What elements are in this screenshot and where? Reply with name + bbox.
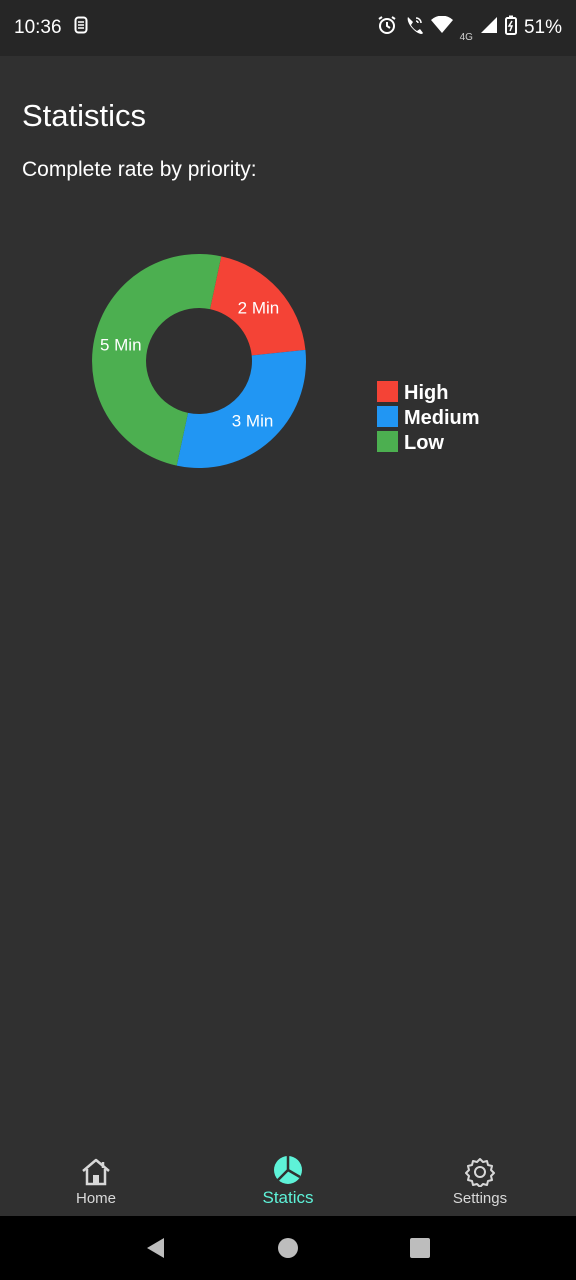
sim-icon [74, 16, 88, 40]
slice-label-high: 2 Min [238, 298, 280, 317]
legend-swatch-high [377, 381, 398, 402]
priority-chart: 2 Min 3 Min 5 Min High Medium Low [80, 241, 500, 481]
pie-chart-icon [272, 1154, 304, 1186]
home-circle-icon[interactable] [268, 1228, 308, 1268]
wifi-calling-icon [404, 15, 424, 41]
donut-chart: 2 Min 3 Min 5 Min High Medium Low [92, 254, 480, 468]
nav-item-home[interactable]: Home [21, 1156, 171, 1207]
nav-label-settings: Settings [452, 1189, 508, 1207]
battery-icon [504, 15, 517, 41]
legend-swatch-medium [377, 406, 398, 427]
legend-label-medium: Medium [404, 407, 480, 429]
back-icon[interactable] [136, 1228, 176, 1268]
nav-label-home: Home [75, 1189, 116, 1207]
alarm-icon [377, 15, 397, 41]
battery-percent: 51% [523, 17, 562, 38]
slice-label-medium: 3 Min [232, 411, 274, 430]
home-icon [80, 1156, 112, 1188]
slice-label-low: 5 Min [100, 335, 142, 354]
legend-label-low: Low [404, 432, 444, 454]
page-title: Statistics [22, 98, 147, 133]
signal-icon [480, 16, 498, 40]
bottom-navigation: Home Statics Settings [0, 1146, 576, 1216]
legend-swatch-low [377, 431, 398, 452]
network-type-label: 4G [459, 31, 473, 43]
chart-subtitle: Complete rate by priority: [22, 158, 257, 181]
nav-item-settings[interactable]: Settings [405, 1156, 555, 1207]
donut-slice-medium[interactable] [176, 349, 306, 468]
status-bar: 10:36 4G 51% [0, 0, 576, 56]
statistics-screen: Statistics Complete rate by priority: 2 … [0, 56, 576, 1146]
status-time: 10:36 [14, 17, 62, 38]
legend-label-high: High [404, 382, 448, 404]
system-navigation-bar [0, 1216, 576, 1280]
recents-icon[interactable] [400, 1228, 440, 1268]
nav-label-statics: Statics [262, 1188, 314, 1207]
nav-item-statics[interactable]: Statics [213, 1154, 363, 1208]
wifi-icon [430, 15, 453, 40]
gear-icon [464, 1156, 496, 1188]
